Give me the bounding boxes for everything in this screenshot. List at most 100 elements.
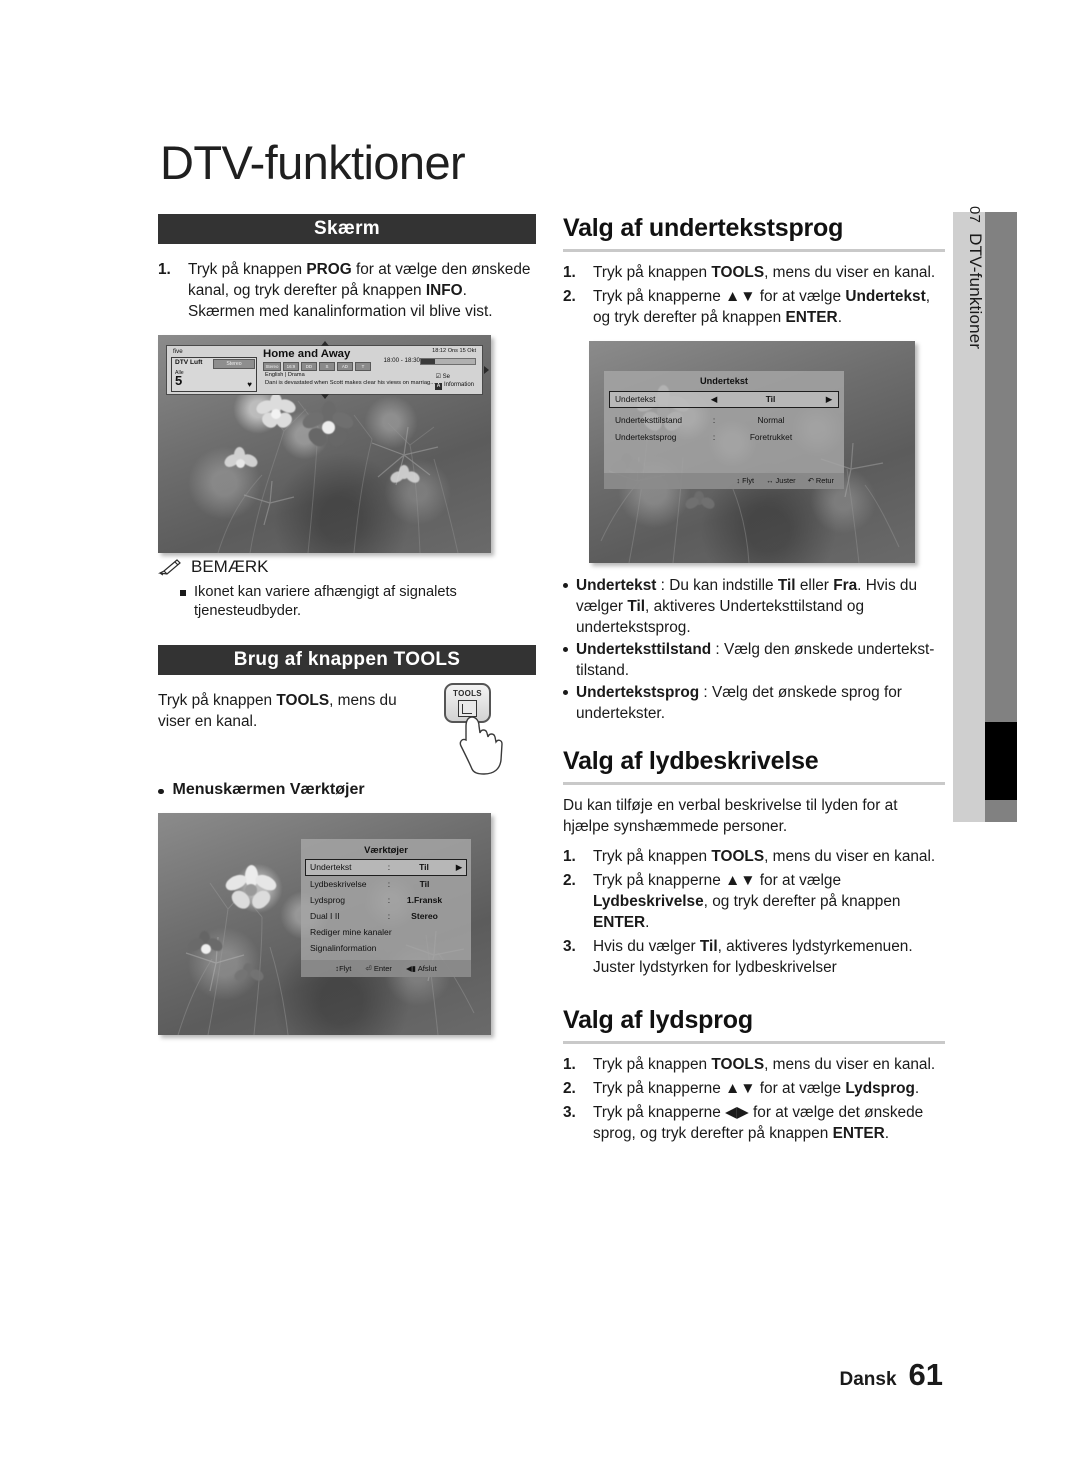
leftright-arrows-icon: ↔: [766, 476, 774, 486]
section-banner-skaerm: Skærm: [158, 214, 536, 244]
hint-afslut: ◀▮ Afslut: [405, 963, 437, 973]
key-a-icon: A: [434, 382, 442, 390]
step-number: 3.: [563, 1103, 576, 1121]
menu-row-label: Undertekstsprog: [615, 432, 677, 443]
screenshot-undertekst-menu: Undertekst Undertekst ◀ Til ▶ Undertekst…: [589, 340, 915, 563]
step-bold-prog: PROG: [306, 261, 352, 278]
photo-flower: [223, 864, 279, 915]
step-text: Tryk på knappen TOOLS, mens du viser en …: [593, 264, 936, 281]
program-genre: English | Drama: [265, 371, 305, 378]
page-title: DTV-funktioner: [160, 136, 466, 189]
channel-brand: five: [173, 347, 183, 355]
right-arrow-icon: ▶: [455, 861, 463, 872]
section-heading-lydbeskrivelse: Valg af lydbeskrivelse: [563, 747, 819, 776]
menu-row-value: 1.Fransk: [406, 895, 443, 906]
tools-key-illustration: TOOLS: [444, 682, 503, 775]
photo-flower: [186, 930, 225, 963]
photo-flower: [232, 962, 266, 991]
step-number: 3.: [563, 938, 576, 956]
hint-enter: ⏎ Enter: [365, 963, 392, 973]
step-bold-info: INFO: [425, 281, 463, 299]
step-text: Tryk på knapperne ▲▼ for at vælge Undert…: [593, 287, 931, 326]
down-arrow-icon: [320, 393, 329, 399]
footer-page-number: 61: [908, 1357, 943, 1392]
photo-flower: [222, 446, 260, 477]
program-chip: Stereo: [263, 361, 281, 371]
step-text-a: Tryk på knappen: [188, 261, 307, 278]
step-text: Hvis du vælger Til, aktiveres lydstyrkem…: [593, 938, 913, 977]
tools-bold: TOOLS: [276, 691, 330, 709]
menu-row-lydsprog[interactable]: Lydsprog : 1.Fransk: [305, 893, 467, 908]
updown-arrows-icon: ↕: [736, 476, 741, 486]
menu-row-label: Underteksttilstand: [615, 415, 683, 426]
menu-row-separator: :: [387, 862, 391, 873]
menu-row-separator: :: [387, 911, 391, 922]
menu-row-value: Til: [419, 862, 429, 873]
photo-flower: [300, 400, 356, 453]
menu-row-rediger-kanaler[interactable]: Rediger mine kanaler: [305, 925, 467, 940]
step-text: Tryk på knapperne ▲▼ for at vælge Lydbes…: [593, 872, 901, 932]
section-heading-undertekstsprog: Valg af undertekstsprog: [563, 214, 844, 242]
program-chip: 16:9: [282, 361, 299, 371]
chapter-sidebar-tab: 07 DTV-funktioner: [953, 206, 1017, 822]
step-text: Tryk på knapperne ◀▶ for at vælge det øn…: [593, 1103, 924, 1142]
note-bullet-icon: [180, 589, 186, 596]
step-number: 1.: [563, 264, 576, 281]
bullet-icon: [158, 788, 164, 795]
menu-row-value: Stereo: [411, 911, 438, 922]
menu-row-underteksttilstand[interactable]: Underteksttilstand : Normal: [609, 413, 839, 428]
channel-info-banner: five DTV Luft Stereo Alle 5 ♥ Home and A…: [166, 340, 489, 399]
note-item-text: Ikonet kan variere afhængigt af signalet…: [194, 583, 457, 619]
step-number: 1.: [563, 1055, 576, 1073]
pencil-icon: [158, 558, 181, 576]
menu-row-label: Lydbeskrivelse: [310, 879, 367, 890]
step-item: 3. Tryk på knapperne ◀▶ for at vælge det…: [563, 1103, 945, 1145]
menu-row-value: Til: [419, 879, 430, 890]
step-item: 1. Tryk på knappen TOOLS, mens du viser …: [563, 1055, 945, 1076]
step-text: Tryk på knappen TOOLS, mens du viser en …: [593, 848, 936, 866]
bullet-text: Undertekstsprog : Vælg det ønskede sprog…: [576, 684, 902, 723]
menu-row-value: Til: [765, 394, 776, 405]
step-item: 1. Tryk på knappen PROG for at vælge den…: [158, 260, 536, 323]
up-arrow-icon: [320, 340, 329, 346]
left-column: Skærm 1. Tryk på knappen PROG for at væl…: [158, 214, 536, 1035]
channel-id-box: DTV Luft Stereo Alle 5 ♥: [171, 356, 257, 392]
section-banner-tools: Brug af knappen TOOLS: [158, 644, 536, 675]
menu-row-dual[interactable]: Dual I II : Stereo: [305, 909, 467, 924]
menu-row-label: Lydsprog: [310, 895, 346, 906]
bullet-text: Undertekst : Du kan indstille Til eller …: [576, 576, 918, 636]
section-heading-lydsprog: Valg af lydsprog: [563, 1005, 753, 1034]
photo-flower: [683, 490, 717, 519]
menu-row-undertekst[interactable]: Undertekst ◀ Til ▶: [609, 390, 839, 408]
section-rule: [563, 782, 945, 786]
step-item: 3. Hvis du vælger Til, aktiveres lydstyr…: [563, 937, 945, 979]
step-number: 2.: [563, 1079, 576, 1097]
program-chip-row: Stereo 16:9 DD S AD T: [263, 361, 371, 371]
action-information: A Information: [434, 381, 474, 390]
exit-icon: ◀▮: [405, 963, 416, 973]
action-watch: ☑ Se: [435, 373, 450, 380]
step-number: 2.: [563, 287, 576, 305]
menu-row-signalinformation[interactable]: Signalinformation: [305, 941, 467, 956]
menu-row-label: Signalinformation: [310, 943, 377, 954]
menu-footer-hints: ↕ Flyt ↔ Juster ↶ Retur: [604, 472, 844, 489]
program-chip: AD: [336, 361, 353, 371]
page-footer: Dansk 61: [839, 1357, 943, 1393]
return-icon: ↶: [807, 476, 814, 486]
vaerktojer-menu-panel: Værktøjer Undertekst : Til ▶ Lydbeskrive…: [301, 838, 471, 977]
menu-row-separator: :: [712, 415, 716, 426]
right-arrow-icon[interactable]: ▶: [820, 394, 838, 404]
step-item: 2. Tryk på knapperne ▲▼ for at vælge Und…: [563, 287, 945, 329]
hint-flyt: ↕ Flyt: [736, 476, 755, 486]
menu-row-lydbeskrivelse[interactable]: Lydbeskrivelse : Til: [305, 877, 467, 892]
right-column: Valg af undertekstsprog 1. Tryk på knapp…: [563, 214, 945, 1148]
step-item: 2. Tryk på knapperne ▲▼ for at vælge Lyd…: [563, 871, 945, 934]
menu-row-undertekstsprog[interactable]: Undertekstsprog : Foretrukket: [609, 430, 839, 445]
enter-icon: ⏎: [365, 963, 372, 973]
menu-row-undertekst[interactable]: Undertekst : Til ▶: [305, 858, 467, 876]
section-intro-text: Du kan tilføje en verbal beskrivelse til…: [563, 797, 898, 836]
left-arrow-icon[interactable]: ◀: [707, 394, 721, 404]
tools-key-label: TOOLS: [453, 688, 482, 698]
menu-row-label: Rediger mine kanaler: [310, 927, 392, 938]
menu-screen-bullet-label: Menuskærmen Værktøjer: [172, 780, 365, 798]
